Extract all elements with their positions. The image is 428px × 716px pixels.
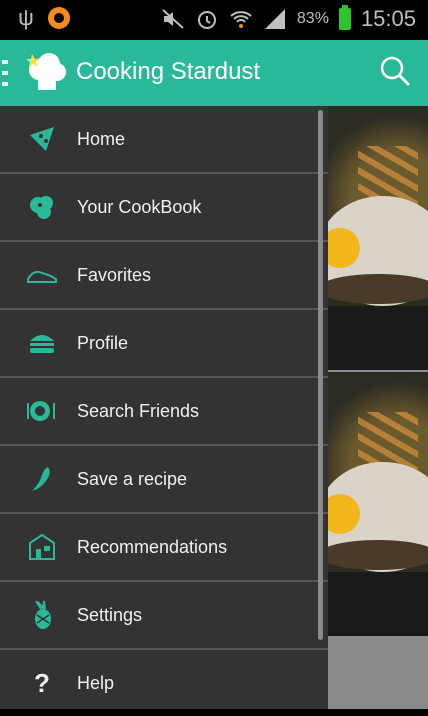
drawer-item-cookbook[interactable]: Your CookBook bbox=[0, 174, 328, 242]
drawer-item-label: Home bbox=[77, 128, 126, 149]
app-notification-icon bbox=[48, 7, 70, 29]
chili-pepper-icon bbox=[26, 463, 58, 495]
recipe-card[interactable] bbox=[328, 372, 428, 636]
drawer-item-label: Your CookBook bbox=[77, 196, 202, 217]
plate-cutlery-icon bbox=[26, 395, 58, 427]
pizza-slice-icon bbox=[26, 123, 58, 155]
pineapple-icon bbox=[26, 599, 58, 631]
alarm-icon bbox=[195, 7, 219, 31]
drawer-item-home[interactable]: Home bbox=[0, 106, 328, 174]
drawer-item-recommendations[interactable]: Recommendations bbox=[0, 514, 328, 582]
drawer-item-profile[interactable]: Profile bbox=[0, 310, 328, 378]
wifi-icon bbox=[229, 7, 253, 31]
recipe-card[interactable] bbox=[328, 106, 428, 370]
drawer-item-label: Save a recipe bbox=[77, 468, 188, 489]
search-icon[interactable] bbox=[378, 54, 412, 88]
drawer-scrollbar[interactable] bbox=[318, 110, 323, 640]
drawer-item-label: Help bbox=[77, 672, 115, 693]
drawer-item-label: Search Friends bbox=[77, 400, 200, 421]
signal-icon bbox=[263, 7, 287, 31]
battery-percentage: 83% bbox=[296, 10, 329, 27]
drawer-item-search-friends[interactable]: Search Friends bbox=[0, 378, 328, 446]
drawer-indicator-icon[interactable] bbox=[2, 60, 8, 86]
app-bar: Cooking Stardust bbox=[0, 40, 428, 106]
recipe-feed bbox=[328, 106, 428, 709]
question-mark-icon: ? bbox=[34, 667, 50, 698]
drawer-item-save-recipe[interactable]: Save a recipe bbox=[0, 446, 328, 514]
navigation-drawer: Home Your CookBook Favorites Profile Sea… bbox=[0, 106, 328, 709]
recipe-card-caption bbox=[328, 306, 428, 370]
drawer-item-label: Settings bbox=[77, 604, 143, 625]
shoe-icon bbox=[26, 259, 58, 291]
recipe-card-caption bbox=[328, 572, 428, 636]
drawer-item-label: Recommendations bbox=[77, 536, 228, 557]
drawer-item-label: Favorites bbox=[77, 264, 152, 285]
clock: 15:05 bbox=[360, 6, 416, 31]
chef-hat-logo-icon[interactable] bbox=[24, 50, 70, 96]
app-title: Cooking Stardust bbox=[76, 58, 261, 85]
drawer-item-settings[interactable]: Settings bbox=[0, 582, 328, 650]
usb-icon: ψ bbox=[18, 5, 34, 30]
mute-icon bbox=[161, 7, 185, 31]
status-bar: ψ 83% 15:05 bbox=[0, 0, 428, 40]
cookbook-icon bbox=[26, 191, 58, 223]
battery-icon bbox=[338, 5, 351, 30]
drawer-item-favorites[interactable]: Favorites bbox=[0, 242, 328, 310]
drawer-item-label: Profile bbox=[77, 332, 129, 353]
drawer-item-help[interactable]: ? Help bbox=[0, 650, 328, 716]
burger-icon bbox=[26, 327, 58, 359]
shop-building-icon bbox=[26, 531, 58, 563]
